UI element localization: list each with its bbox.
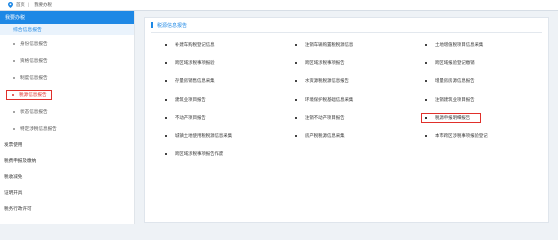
grid-item[interactable]: 不动产项目报告	[165, 109, 295, 127]
grid-item-label: 跨区域涉税事项报验	[175, 61, 215, 67]
bullet-icon	[295, 44, 297, 47]
grid-item[interactable]: 增量房房源信息报告	[425, 72, 555, 90]
sidebar: 我要办税 综合信息报告 身份信息报告 资格信息报告 制度信息报告 税源信息报告 …	[0, 11, 135, 224]
grid-item-label: 本市跨区涉税事项报验登记	[435, 134, 488, 140]
bullet-icon	[425, 135, 427, 138]
sidebar-item-label: 身份信息报告	[20, 41, 48, 47]
grid-item[interactable]: 注销车辆购置税税源信息	[295, 36, 425, 54]
grid-item-label: 税源申报明细报告	[435, 115, 471, 121]
grid-item[interactable]: 跨区域涉税事项报验	[165, 54, 295, 72]
sidebar-section-license[interactable]: 税务行政许可	[0, 201, 134, 217]
grid-item[interactable]: 注销不动产项目报告	[295, 109, 425, 127]
bullet-icon	[12, 93, 14, 96]
sidebar-item-label: 制度信息报告	[20, 75, 48, 81]
bullet-icon	[13, 110, 15, 113]
breadcrumb-home[interactable]: 首页	[16, 2, 25, 8]
bullet-icon	[165, 153, 167, 156]
grid-item-label: 注销建筑业项目报告	[435, 97, 475, 103]
breadcrumb-current: 我要办税	[34, 3, 52, 8]
bullet-icon	[295, 116, 297, 119]
grid-item-label: 补建车购税登记信息	[175, 43, 215, 49]
grid-item[interactable]: 跨区域涉税事项报告作废	[165, 145, 295, 163]
sidebar-item-label: 资格信息报告	[20, 58, 48, 64]
bullet-icon	[13, 42, 15, 45]
grid-item-label: 跨区域涉税事项报告作废	[175, 152, 224, 158]
bullet-icon	[425, 116, 427, 119]
grid-item-label: 环境保护税基础信息采集	[305, 97, 354, 103]
item-grid: 补建车购税登记信息 注销车辆购置税税源信息 土地增值税项目信息采集 跨区域涉税事…	[145, 33, 548, 163]
grid-item[interactable]: 注销建筑业项目报告	[425, 91, 555, 109]
sidebar-item-status[interactable]: 状态信息报告	[0, 103, 134, 120]
bullet-icon	[165, 98, 167, 101]
bullet-icon	[425, 80, 427, 83]
sidebar-item-tax-source[interactable]: 税源信息报告	[0, 86, 134, 103]
grid-item[interactable]: 水资源税税源信息报告	[295, 72, 425, 90]
sidebar-item-label: 特定涉税信息报告	[20, 126, 57, 132]
grid-item-highlighted[interactable]: 税源申报明细报告	[421, 109, 555, 127]
grid-item-label: 注销不动产项目报告	[305, 115, 345, 121]
bullet-icon	[165, 62, 167, 65]
map-pin-icon	[6, 0, 14, 10]
sidebar-section-certificate[interactable]: 证明开具	[0, 185, 134, 201]
main-panel: 税源信息报告 补建车购税登记信息 注销车辆购置税税源信息 土地增值税项目信息采集…	[144, 17, 549, 223]
grid-item[interactable]: 城镇土地使用税税源信息采集	[165, 127, 295, 145]
grid-item[interactable]: 环境保护税基础信息采集	[295, 91, 425, 109]
page-title: 税源信息报告	[145, 18, 548, 32]
bullet-icon	[295, 98, 297, 101]
bullet-icon	[295, 135, 297, 138]
sidebar-subheader[interactable]: 综合信息报告	[0, 24, 134, 35]
grid-item[interactable]: 补建车购税登记信息	[165, 36, 295, 54]
bullet-icon	[425, 98, 427, 101]
grid-item[interactable]: 建筑业项目报告	[165, 91, 295, 109]
grid-item-label: 建筑业项目报告	[175, 97, 206, 103]
sidebar-item-special[interactable]: 特定涉税信息报告	[0, 120, 134, 137]
grid-item-label: 增量房房源信息报告	[435, 79, 475, 85]
breadcrumb-bar: 首页 | 我要办税	[0, 0, 558, 11]
bullet-icon	[295, 80, 297, 83]
grid-item[interactable]: 跨区域涉税事项报告	[295, 54, 425, 72]
bullet-icon	[165, 135, 167, 138]
highlight-box: 税源申报明细报告	[421, 112, 482, 123]
sidebar-header[interactable]: 我要办税	[0, 11, 134, 24]
sidebar-item-system[interactable]: 制度信息报告	[0, 69, 134, 86]
sidebar-item-identity[interactable]: 身份信息报告	[0, 35, 134, 52]
bullet-icon	[165, 116, 167, 119]
sidebar-section-reduction[interactable]: 税收减免	[0, 169, 134, 185]
grid-item-label: 注销车辆购置税税源信息	[305, 43, 354, 49]
grid-item-label: 土地增值税项目信息采集	[435, 43, 484, 49]
grid-item[interactable]: 存量房销售信息采集	[165, 72, 295, 90]
bullet-icon	[13, 59, 15, 62]
bullet-icon	[295, 62, 297, 65]
sidebar-item-qualification[interactable]: 资格信息报告	[0, 52, 134, 69]
grid-item[interactable]: 土地增值税项目信息采集	[425, 36, 555, 54]
bullet-icon	[13, 127, 15, 130]
bullet-icon	[425, 44, 427, 47]
bullet-icon	[165, 44, 167, 47]
grid-item-label: 不动产项目报告	[175, 115, 206, 121]
sidebar-item-label: 税源信息报告	[19, 92, 47, 98]
breadcrumb-separator: |	[27, 2, 30, 8]
bullet-icon	[425, 62, 427, 65]
grid-item-label: 房产税税源信息采集	[305, 134, 345, 140]
bullet-icon	[165, 80, 167, 83]
grid-item-label: 城镇土地使用税税源信息采集	[175, 134, 233, 140]
grid-item-label: 水资源税税源信息报告	[305, 79, 349, 85]
grid-item[interactable]: 房产税税源信息采集	[295, 127, 425, 145]
grid-item[interactable]: 本市跨区涉税事项报验登记	[425, 127, 555, 145]
grid-item[interactable]: 跨区域报验登记缴销	[425, 54, 555, 72]
grid-item-label: 跨区域涉税事项报告	[305, 61, 345, 67]
grid-item-label: 跨区域报验登记缴销	[435, 61, 475, 67]
bullet-icon	[13, 76, 15, 79]
sidebar-item-label: 状态信息报告	[20, 109, 48, 115]
active-highlight-box: 税源信息报告	[6, 89, 52, 100]
grid-item-label: 存量房销售信息采集	[175, 79, 215, 85]
sidebar-section-declaration[interactable]: 税费申报及缴纳	[0, 153, 134, 169]
sidebar-section-invoice[interactable]: 发票使用	[0, 137, 134, 153]
